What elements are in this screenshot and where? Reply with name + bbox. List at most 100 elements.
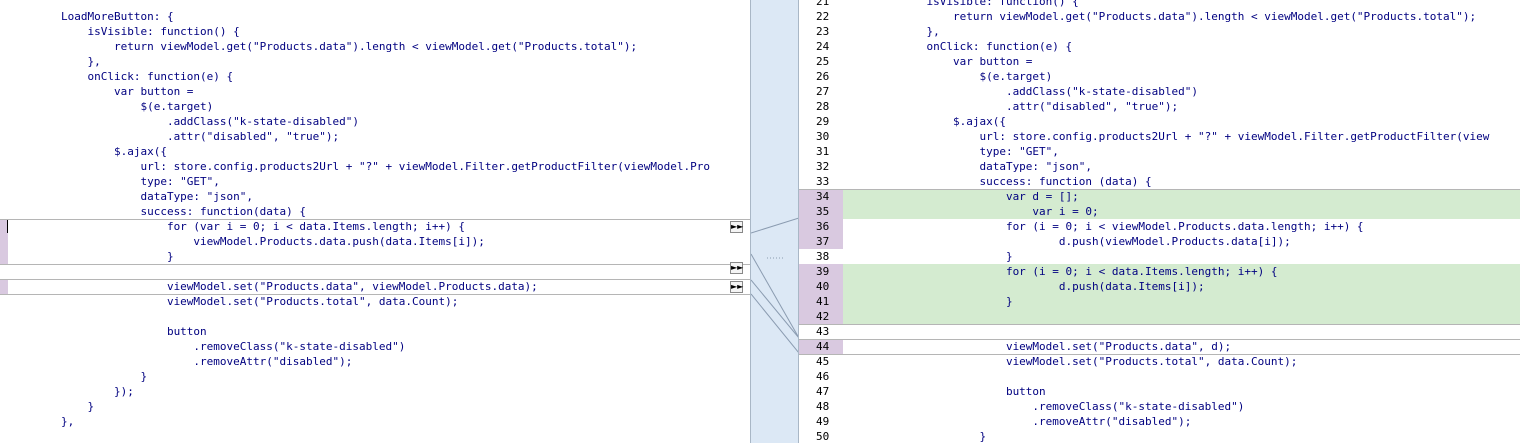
code-text: for (var i = 0; i < data.Items.length; i… [8, 220, 465, 233]
code-line[interactable]: }, [0, 54, 751, 69]
diff-connector [751, 279, 799, 339]
code-line[interactable]: 43 [799, 324, 1520, 339]
line-number: 43 [816, 325, 830, 338]
line-number: 31 [816, 145, 830, 158]
code-text: .attr("disabled", "true"); [847, 100, 1179, 113]
code-line[interactable]: var button = [0, 84, 751, 99]
code-line[interactable]: .attr("disabled", "true"); [0, 129, 751, 144]
code-line[interactable]: } [0, 399, 751, 414]
diff-connector-gutter [751, 0, 799, 443]
code-line[interactable]: success: function(data) { [0, 204, 751, 219]
code-line[interactable]: 26 $(e.target) [799, 69, 1520, 84]
code-line[interactable]: 34 var d = []; [799, 189, 1520, 204]
code-text: .removeAttr("disabled"); [847, 415, 1192, 428]
code-line[interactable]: for (var i = 0; i < data.Items.length; i… [0, 219, 751, 234]
code-line[interactable]: 44 viewModel.set("Products.data", d); [799, 339, 1520, 354]
code-line[interactable]: }); [0, 384, 751, 399]
code-line[interactable]: return viewModel.get("Products.data").le… [0, 39, 751, 54]
code-line[interactable]: viewModel.set("Products.total", data.Cou… [0, 294, 751, 309]
code-line[interactable]: 23 }, [799, 24, 1520, 39]
code-line[interactable]: dataType: "json", [0, 189, 751, 204]
copy-to-right-button[interactable]: ►► [730, 281, 743, 293]
code-line[interactable]: .removeClass("k-state-disabled") [0, 339, 751, 354]
code-text: .addClass("k-state-disabled") [847, 85, 1198, 98]
code-text: } [8, 250, 174, 263]
code-text: isVisible: function() { [8, 25, 240, 38]
code-line[interactable]: LoadMoreButton: { [0, 9, 751, 24]
text-cursor [7, 220, 8, 233]
code-text: }, [8, 415, 75, 428]
code-line[interactable]: viewModel.Products.data.push(data.Items[… [0, 234, 751, 249]
code-text: isVisible: function() { [847, 0, 1079, 8]
code-line[interactable]: 37 d.push(viewModel.Products.data[i]); [799, 234, 1520, 249]
left-file-pane[interactable]: LoadMoreButton: { isVisible: function() … [0, 0, 751, 443]
code-line[interactable]: isVisible: function() { [0, 24, 751, 39]
code-text: button [8, 325, 207, 338]
line-number: 34 [799, 189, 843, 204]
code-text: LoadMoreButton: { [8, 10, 174, 23]
code-line[interactable] [0, 264, 751, 279]
code-text: }); [8, 385, 134, 398]
code-line[interactable]: 32 dataType: "json", [799, 159, 1520, 174]
code-line[interactable]: 31 type: "GET", [799, 144, 1520, 159]
line-number: 42 [799, 309, 843, 324]
code-text: viewModel.set("Products.data", viewModel… [8, 280, 538, 293]
code-text: $(e.target) [847, 70, 1053, 83]
line-number: 46 [816, 370, 830, 383]
right-file-pane[interactable]: 21 isVisible: function() {22 return view… [799, 0, 1520, 443]
line-number: 39 [799, 264, 843, 279]
diff-block-border [799, 324, 1520, 325]
code-line[interactable]: } [0, 249, 751, 264]
code-line[interactable]: 49 .removeAttr("disabled"); [799, 414, 1520, 429]
code-line[interactable]: 41 } [799, 294, 1520, 309]
diff-block-border [799, 339, 1520, 340]
code-line[interactable]: 48 .removeClass("k-state-disabled") [799, 399, 1520, 414]
code-line[interactable]: 33 success: function (data) { [799, 174, 1520, 189]
code-text: onClick: function(e) { [8, 70, 234, 83]
copy-to-right-button[interactable]: ►► [730, 261, 743, 274]
code-line[interactable]: 36 for (i = 0; i < viewModel.Products.da… [799, 219, 1520, 234]
code-line[interactable]: .removeAttr("disabled"); [0, 354, 751, 369]
code-line[interactable]: button [0, 324, 751, 339]
code-text: var button = [847, 55, 1033, 68]
code-text: var d = []; [847, 190, 1079, 203]
code-line[interactable]: $.ajax({ [0, 144, 751, 159]
copy-to-right-button[interactable]: ►► [730, 221, 743, 233]
code-line[interactable]: 39 for (i = 0; i < data.Items.length; i+… [799, 264, 1520, 279]
code-line[interactable]: viewModel.set("Products.data", viewModel… [0, 279, 751, 294]
code-line[interactable]: $(e.target) [0, 99, 751, 114]
code-line[interactable]: 45 viewModel.set("Products.total", data.… [799, 354, 1520, 369]
code-line[interactable]: url: store.config.products2Url + "?" + v… [0, 159, 751, 174]
code-text: type: "GET", [8, 175, 220, 188]
line-number: 21 [816, 0, 830, 8]
code-line[interactable]: 38 } [799, 249, 1520, 264]
code-line[interactable]: 22 return viewModel.get("Products.data")… [799, 9, 1520, 24]
code-line[interactable]: }, [0, 414, 751, 429]
code-line[interactable]: 28 .attr("disabled", "true"); [799, 99, 1520, 114]
code-line[interactable]: 46 [799, 369, 1520, 384]
code-text: $(e.target) [8, 100, 214, 113]
code-line[interactable]: 29 $.ajax({ [799, 114, 1520, 129]
code-line[interactable]: } [0, 369, 751, 384]
code-line[interactable]: 24 onClick: function(e) { [799, 39, 1520, 54]
code-line[interactable]: 25 var button = [799, 54, 1520, 69]
code-line[interactable] [0, 309, 751, 324]
code-line[interactable]: 50 } [799, 429, 1520, 443]
code-line[interactable]: 21 isVisible: function() { [799, 0, 1520, 9]
code-line[interactable]: 35 var i = 0; [799, 204, 1520, 219]
code-text: return viewModel.get("Products.data").le… [847, 10, 1477, 23]
code-line[interactable]: onClick: function(e) { [0, 69, 751, 84]
code-line[interactable]: 40 d.push(data.Items[i]); [799, 279, 1520, 294]
code-line[interactable]: 27 .addClass("k-state-disabled") [799, 84, 1520, 99]
code-line[interactable]: .addClass("k-state-disabled") [0, 114, 751, 129]
code-text: } [847, 295, 1013, 308]
code-text: for (i = 0; i < viewModel.Products.data.… [847, 220, 1364, 233]
code-text: dataType: "json", [8, 190, 254, 203]
code-line[interactable]: 30 url: store.config.products2Url + "?" … [799, 129, 1520, 144]
code-line[interactable]: type: "GET", [0, 174, 751, 189]
change-marker [0, 249, 8, 264]
code-line[interactable]: 47 button [799, 384, 1520, 399]
code-line[interactable]: 42 [799, 309, 1520, 324]
diff-connector [751, 253, 799, 339]
code-text: viewModel.set("Products.total", data.Cou… [8, 295, 459, 308]
